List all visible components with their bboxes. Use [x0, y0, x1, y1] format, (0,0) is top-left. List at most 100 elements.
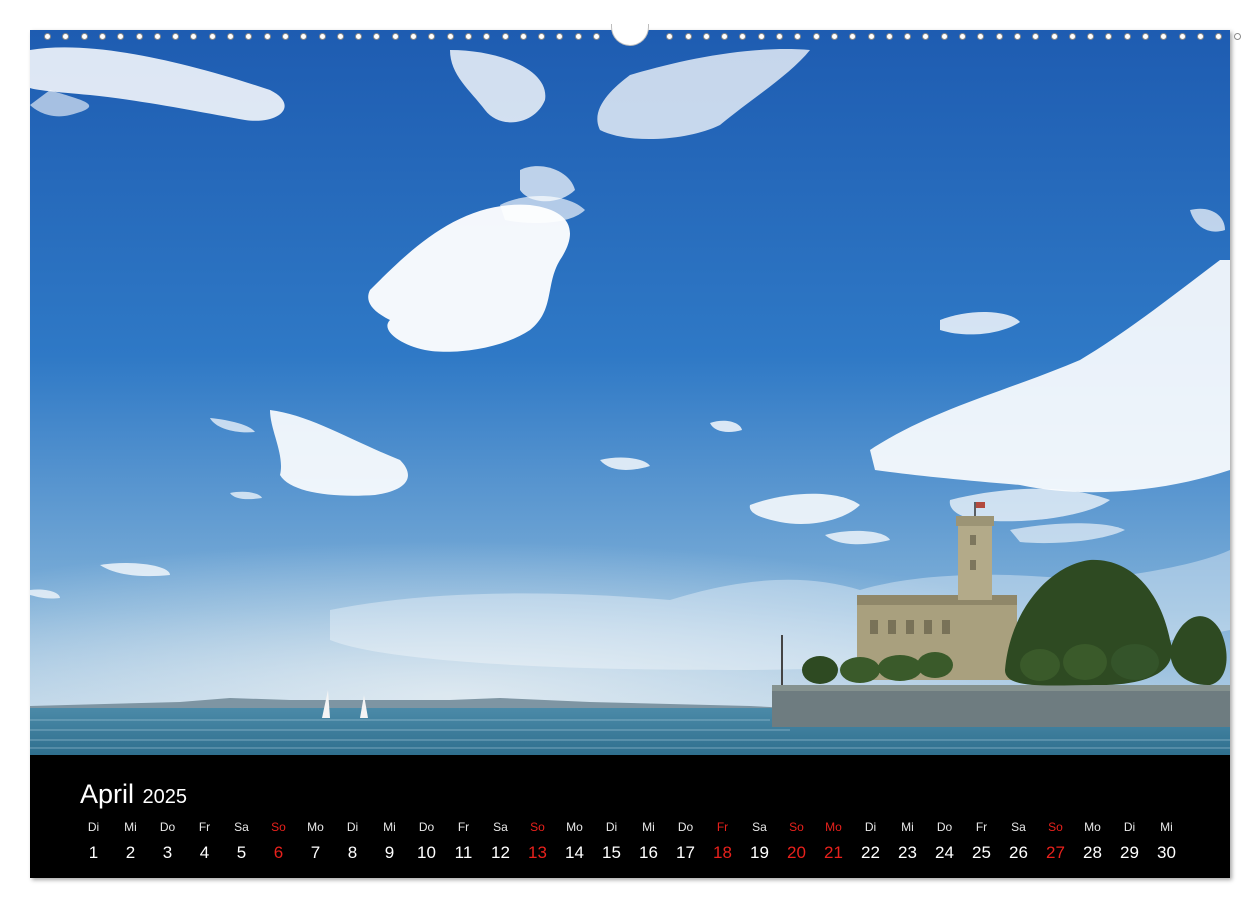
binding-hole [1087, 33, 1095, 40]
weekday-label: Fr [716, 820, 729, 834]
weekday-label: Mi [383, 820, 396, 834]
weekday-label: Mi [642, 820, 655, 834]
day-cell: Sa 12 [482, 818, 519, 866]
day-cell: Fr 18 [704, 818, 741, 866]
day-number: 11 [454, 843, 473, 862]
day-row: Di 1 Mi 2 Do 3 Fr 4 Sa 5 So 6 Mo 7 Di 8 Mi 9 Do 10 Fr 11 Sa 12 S… [75, 818, 1191, 866]
weekday-label: Do [936, 820, 953, 834]
day-number: 24 [935, 843, 954, 862]
binding-hole [300, 33, 308, 40]
binding-hole [44, 33, 51, 40]
binding-hole [263, 33, 271, 40]
binding-hole [922, 33, 930, 40]
weekday-label: Di [1123, 820, 1136, 834]
day-number: 3 [162, 843, 173, 862]
month-name: April [80, 779, 135, 809]
day-cell: Mi 23 [889, 818, 926, 866]
binding-hole [574, 33, 582, 40]
binding-hole [1123, 33, 1131, 40]
weekday-label: Do [159, 820, 176, 834]
weekday-label: Mi [124, 820, 137, 834]
day-cell: So 27 [1037, 818, 1074, 866]
day-cell: Di 29 [1111, 818, 1148, 866]
day-number: 22 [861, 843, 880, 862]
binding-hole [355, 33, 363, 40]
weekday-label: Fr [198, 820, 211, 834]
spiral-binding [30, 24, 1241, 46]
weekday-label: Mo [307, 820, 324, 834]
weekday-label: Fr [975, 820, 988, 834]
binding-hole [556, 33, 564, 40]
binding-hole [538, 33, 546, 40]
day-cell: Di 15 [593, 818, 630, 866]
weekday-label: Di [346, 820, 359, 834]
binding-hole [867, 33, 875, 40]
calendar-page: April 2025 Di 1 Mi 2 Do 3 Fr 4 Sa 5 So 6 Mo 7 Di 8 Mi 9 Do… [30, 30, 1230, 878]
binding-hole [1196, 33, 1204, 40]
day-number: 5 [236, 843, 247, 862]
day-number: 15 [602, 843, 621, 862]
weekday-label: Mo [825, 820, 842, 834]
binding-hole [977, 33, 985, 40]
binding-hole [336, 33, 344, 40]
binding-hole [483, 33, 491, 40]
binding-hole [80, 33, 88, 40]
binding-hole [428, 33, 436, 40]
hanger-hook [611, 24, 649, 46]
binding-hole [1050, 33, 1058, 40]
day-number: 30 [1157, 843, 1176, 862]
day-cell: So 20 [778, 818, 815, 866]
day-number: 4 [199, 843, 210, 862]
weekday-label: So [789, 820, 804, 834]
binding-hole [1178, 33, 1186, 40]
binding-hole [830, 33, 838, 40]
day-cell: Mo 28 [1074, 818, 1111, 866]
day-cell: Mi 16 [630, 818, 667, 866]
weekday-label: Sa [234, 820, 249, 834]
weekday-label: So [1048, 820, 1063, 834]
weekday-label: Mi [1160, 820, 1173, 834]
binding-hole [721, 33, 729, 40]
weekday-label: Di [87, 820, 100, 834]
binding-hole [1032, 33, 1040, 40]
day-cell: Do 24 [926, 818, 963, 866]
binding-hole [208, 33, 216, 40]
day-cell: Di 1 [75, 818, 112, 866]
binding-hole [812, 33, 820, 40]
binding-hole [519, 33, 527, 40]
day-number: 2 [125, 843, 136, 862]
day-cell: Fr 4 [186, 818, 223, 866]
binding-hole [593, 33, 600, 40]
binding-hole [190, 33, 198, 40]
day-cell: So 6 [260, 818, 297, 866]
weekday-label: So [271, 820, 286, 834]
binding-hole [135, 33, 143, 40]
month-heading: April 2025 [80, 779, 187, 810]
day-number: 29 [1120, 843, 1139, 862]
binding-hole [1013, 33, 1021, 40]
day-cell: Mi 2 [112, 818, 149, 866]
weekday-label: Sa [1011, 820, 1026, 834]
binding-hole [245, 33, 253, 40]
day-number: 8 [347, 843, 358, 862]
binding-hole [1160, 33, 1168, 40]
day-cell: Di 8 [334, 818, 371, 866]
binding-hole [373, 33, 381, 40]
day-cell: Mo 7 [297, 818, 334, 866]
weekday-label: Sa [752, 820, 767, 834]
day-cell: Mi 9 [371, 818, 408, 866]
binding-hole [1142, 33, 1149, 40]
binding-hole [995, 33, 1003, 40]
weekday-label: Mo [566, 820, 583, 834]
day-number: 9 [384, 843, 395, 862]
day-number: 16 [639, 843, 658, 862]
day-cell: Do 10 [408, 818, 445, 866]
binding-hole [391, 33, 399, 40]
binding-hole [172, 33, 180, 40]
binding-hole [959, 33, 966, 40]
binding-hole [666, 33, 674, 40]
weekday-label: Mi [901, 820, 914, 834]
day-cell: Sa 26 [1000, 818, 1037, 866]
binding-hole [1068, 33, 1076, 40]
binding-hole [776, 33, 783, 40]
